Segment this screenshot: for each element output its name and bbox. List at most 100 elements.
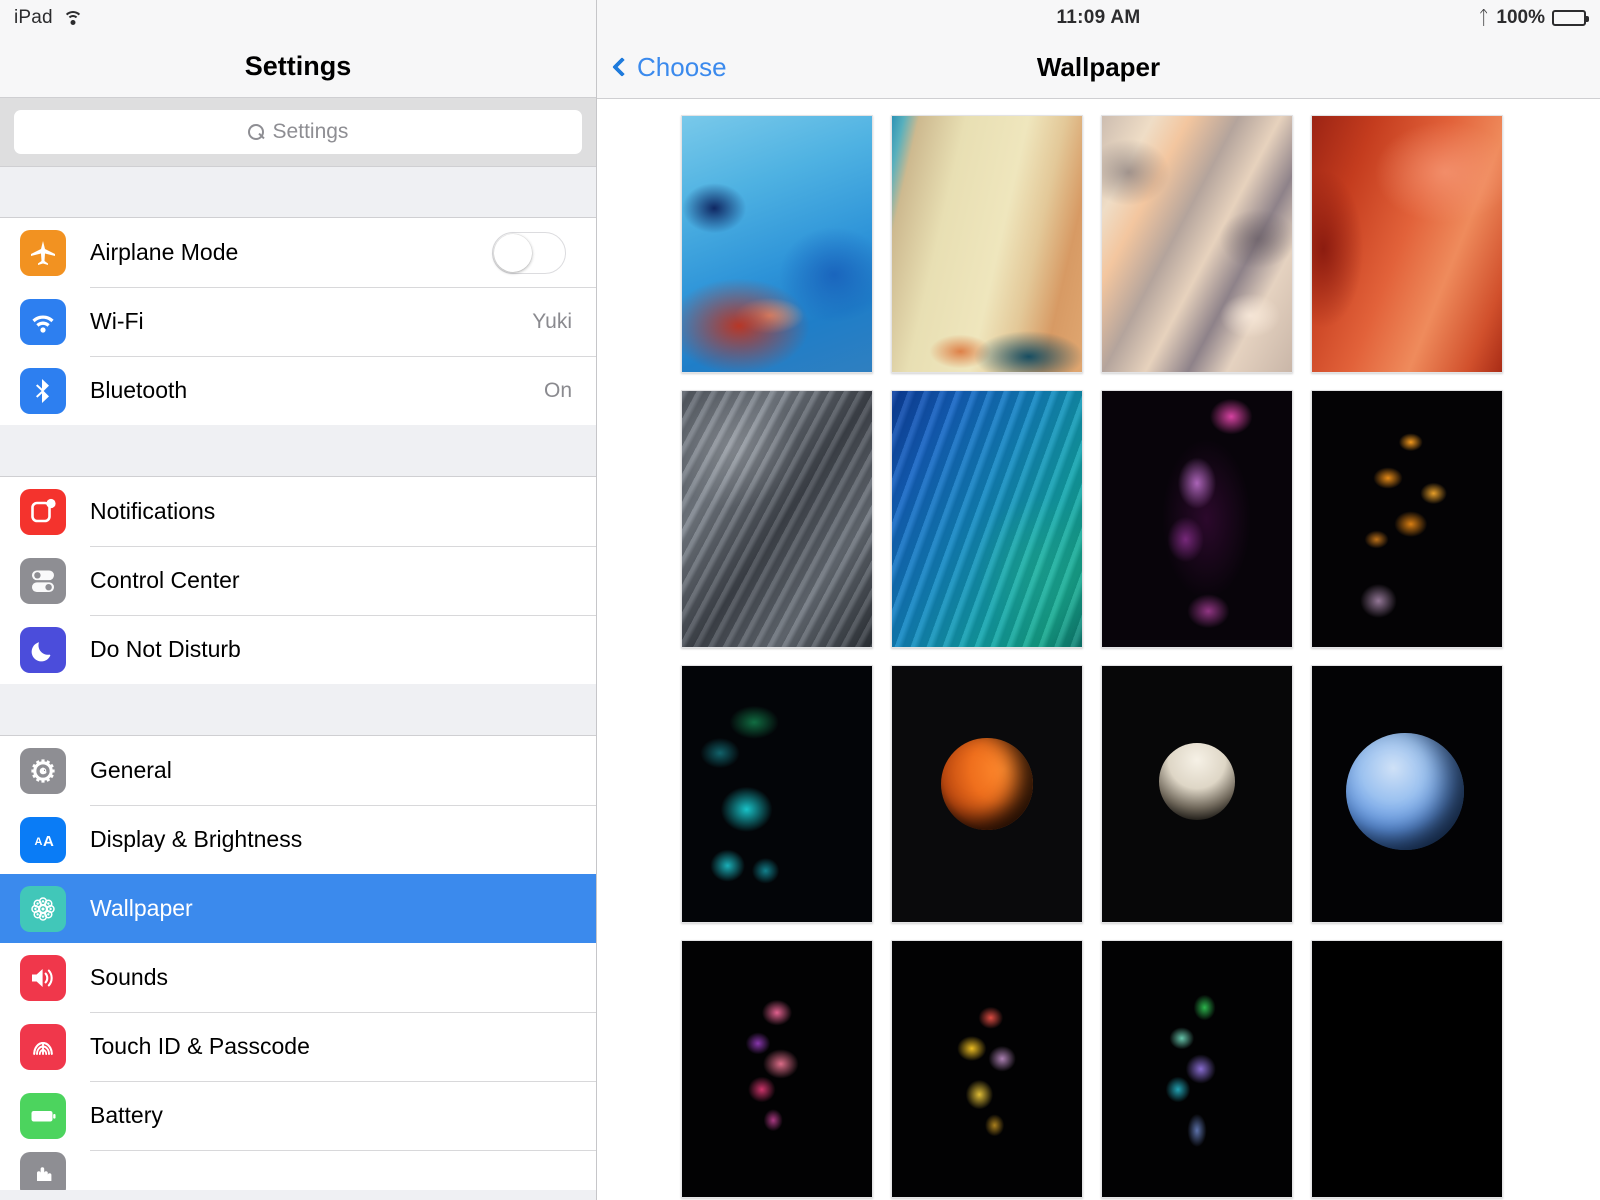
wallpaper-thumbnail[interactable] — [681, 390, 873, 648]
sidebar-item-label: Touch ID & Passcode — [90, 1033, 310, 1059]
sidebar-item-bluetooth[interactable]: Bluetooth On — [0, 356, 596, 425]
wallpaper-grid — [597, 99, 1600, 1200]
wallpaper-thumbnail[interactable] — [1101, 390, 1293, 648]
wallpaper-image-neptune-planet — [1312, 666, 1502, 922]
status-bar-right: 11:09 AM ᛏ 100% — [597, 0, 1600, 36]
group-separator — [0, 166, 596, 218]
toggle-knob — [494, 233, 532, 272]
sidebar-item-label: Notifications — [90, 498, 216, 524]
sidebar-item-battery[interactable]: Battery — [0, 1081, 596, 1150]
wallpaper-image-green-powder-burst — [1102, 941, 1292, 1197]
navbar-title: Wallpaper — [1036, 51, 1161, 82]
battery-full-icon — [1552, 10, 1589, 26]
wallpaper-image-moon-crescent — [1102, 666, 1292, 922]
sidebar-item-label: Do Not Disturb — [90, 636, 241, 662]
control-center-icon — [20, 557, 66, 604]
sidebar-item-label: Display & Brightness — [90, 826, 303, 852]
wallpaper-thumbnail[interactable] — [681, 940, 873, 1198]
sidebar-item-privacy[interactable] — [0, 1150, 596, 1190]
sidebar-item-label: Wallpaper — [90, 895, 193, 921]
sidebar-item-value: On — [543, 378, 572, 402]
wallpaper-navbar: Choose Wallpaper — [597, 36, 1600, 99]
sidebar-item-label: Control Center — [90, 567, 240, 593]
group-separator — [0, 425, 596, 477]
sidebar-item-sounds[interactable]: Sounds — [0, 943, 596, 1012]
airplane-mode-toggle[interactable] — [492, 231, 566, 274]
battery-icon — [20, 1092, 66, 1139]
wifi-icon — [20, 298, 66, 345]
clock-label: 11:09 AM — [1056, 7, 1141, 28]
settings-group-notifications: Notifications Control Center Do Not Distur… — [0, 477, 596, 684]
sidebar-item-label: Battery — [90, 1102, 163, 1128]
wallpaper-thumbnail[interactable] — [1101, 940, 1293, 1198]
wallpaper-thumbnail[interactable] — [1311, 665, 1503, 923]
sidebar-item-wallpaper[interactable]: Wallpaper — [0, 874, 596, 943]
sidebar-item-notifications[interactable]: Notifications — [0, 477, 596, 546]
sidebar-item-airplane-mode[interactable]: Airplane Mode — [0, 218, 596, 287]
touch-id-icon — [20, 1023, 66, 1070]
sidebar-item-do-not-disturb[interactable]: Do Not Disturb — [0, 615, 596, 684]
sidebar-titlebar: Settings — [0, 36, 596, 98]
search-input[interactable]: Settings — [14, 110, 582, 154]
group-separator — [0, 684, 596, 736]
wallpaper-image-pink-powder-burst — [682, 941, 872, 1197]
wallpaper-thumbnail[interactable] — [891, 390, 1083, 648]
svg-text:A: A — [35, 836, 43, 848]
sidebar-item-wi-fi[interactable]: Wi-Fi Yuki — [0, 287, 596, 356]
wallpaper-image-cream-sand-gradient — [892, 116, 1082, 372]
wallpaper-image-gray-bird-feathers — [682, 391, 872, 647]
wallpaper-image-purple-flower-dark — [1102, 391, 1292, 647]
privacy-hand-icon — [20, 1152, 66, 1190]
wallpaper-thumbnail[interactable] — [1311, 115, 1503, 373]
sidebar-item-display-brightness[interactable]: A A Display & Brightness — [0, 805, 596, 874]
wallpaper-thumbnail[interactable] — [1311, 390, 1503, 648]
settings-group-connectivity: Airplane Mode Wi-Fi Yuki Bluetooth On — [0, 218, 596, 425]
status-indicators: ᛏ 100% — [1477, 7, 1589, 29]
settings-sidebar: iPad Settings Settings Airplane Mode Wi-F… — [0, 0, 597, 1200]
wallpaper-icon — [20, 885, 66, 932]
wallpaper-thumbnail[interactable] — [1311, 940, 1503, 1198]
battery-percent-label: 100% — [1496, 7, 1545, 28]
sidebar-item-label: Sounds — [90, 964, 169, 990]
wallpaper-image-blue-seed-cluster — [1312, 941, 1502, 1197]
search-container: Settings — [0, 98, 596, 166]
wallpaper-detail-pane: 11:09 AM ᛏ 100% Choose Wallpaper — [597, 0, 1600, 1200]
wallpaper-thumbnail[interactable] — [891, 115, 1083, 373]
notifications-icon — [20, 488, 66, 535]
moon-icon — [20, 626, 66, 673]
airplane-icon — [20, 229, 66, 276]
sidebar-item-general[interactable]: General — [0, 736, 596, 805]
sidebar-item-label: General — [90, 757, 172, 783]
wallpaper-image-yellow-powder-burst — [892, 941, 1082, 1197]
wallpaper-image-desert-dunes — [1102, 116, 1292, 372]
page-title: Settings — [244, 51, 352, 81]
wifi-icon — [62, 10, 84, 26]
wallpaper-thumbnail[interactable] — [891, 940, 1083, 1198]
svg-text:A: A — [43, 833, 54, 850]
wallpaper-thumbnail[interactable] — [681, 665, 873, 923]
wallpaper-image-blue-abstract-ink — [682, 116, 872, 372]
sidebar-item-touch-id-passcode[interactable]: Touch ID & Passcode — [0, 1012, 596, 1081]
sidebar-item-label: Wi-Fi — [90, 308, 144, 334]
wallpaper-image-red-flamingo-feathers — [1312, 116, 1502, 372]
search-icon — [247, 123, 265, 141]
wallpaper-thumbnail[interactable] — [1101, 115, 1293, 373]
display-brightness-icon: AA — [20, 816, 66, 863]
sidebar-item-value: Yuki — [532, 309, 572, 333]
wallpaper-thumbnail[interactable] — [1101, 665, 1293, 923]
sidebar-item-control-center[interactable]: Control Center — [0, 546, 596, 615]
status-bar-left: iPad — [0, 0, 596, 36]
wallpaper-thumbnail[interactable] — [891, 665, 1083, 923]
device-name-label: iPad — [14, 7, 53, 28]
settings-group-system: General A A Display & Brightness Wallpaper So… — [0, 736, 596, 1190]
wallpaper-image-mars-crescent — [892, 666, 1082, 922]
bluetooth-icon — [20, 367, 66, 414]
wallpaper-thumbnail[interactable] — [681, 115, 873, 373]
wallpaper-image-orange-blossom-dark — [1312, 391, 1502, 647]
bluetooth-icon: ᛏ — [1477, 7, 1490, 29]
search-placeholder: Settings — [272, 120, 349, 143]
sidebar-item-label: Bluetooth — [90, 377, 188, 403]
gear-icon — [20, 747, 66, 794]
wallpaper-image-cyan-crystal-foliage — [682, 666, 872, 922]
wallpaper-image-teal-macaw-feathers — [892, 391, 1082, 647]
